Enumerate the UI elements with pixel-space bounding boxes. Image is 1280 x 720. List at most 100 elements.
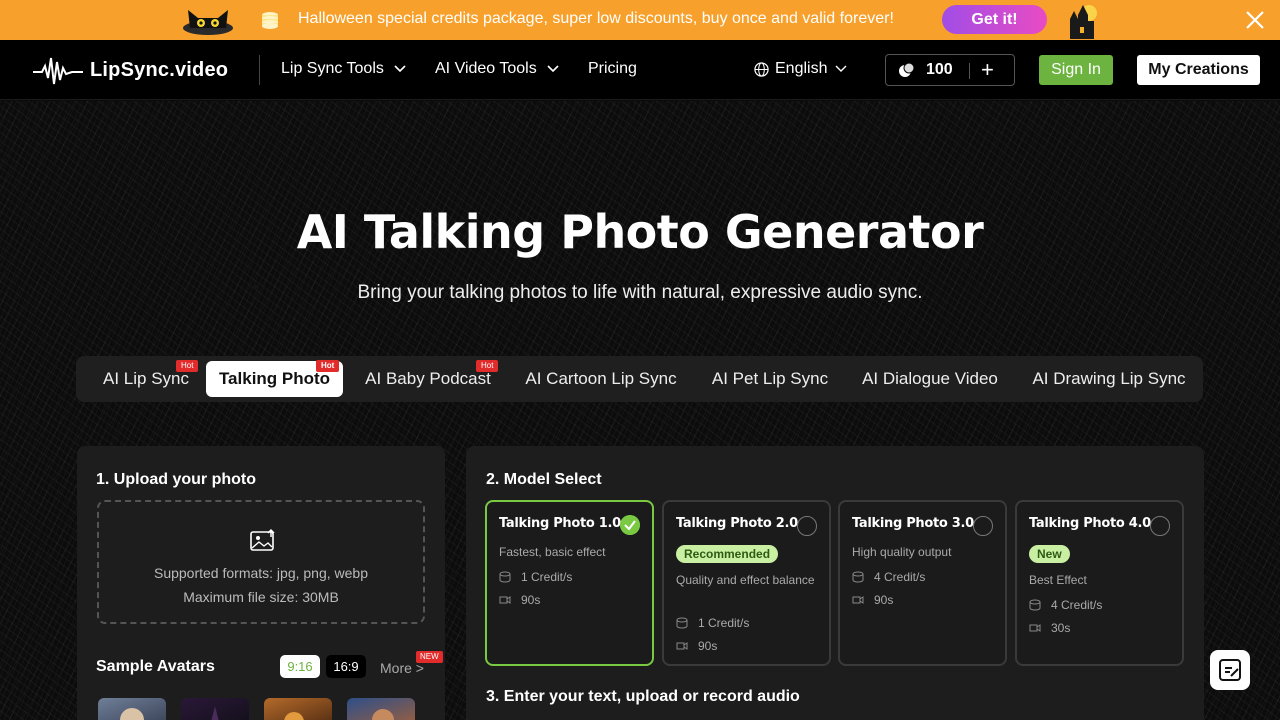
upload-panel: 1. Upload your photo Supported formats: …: [77, 446, 445, 720]
tab-label: AI Pet Lip Sync: [711, 369, 829, 388]
tab-talking-photo[interactable]: Talking Photo Hot: [206, 360, 343, 397]
model-credits: 1 Credit/s: [676, 616, 749, 630]
model-card-2[interactable]: Talking Photo 2.0 Recommended Quality an…: [662, 500, 831, 666]
tab-ai-drawing-lip-sync[interactable]: AI Drawing Lip Sync: [1028, 361, 1190, 397]
globe-icon: [754, 61, 769, 77]
close-icon[interactable]: [1244, 9, 1266, 31]
avatar-thumbnail[interactable]: [264, 698, 332, 720]
model-section-title: 2. Model Select: [486, 471, 602, 488]
model-name: Talking Photo 3.0: [852, 516, 974, 531]
audio-section-title: 3. Enter your text, upload or record aud…: [486, 688, 800, 705]
model-name: Talking Photo 2.0: [676, 516, 798, 531]
feedback-button[interactable]: [1210, 650, 1250, 690]
model-panel: 2. Model Select Talking Photo 1.0 Fastes…: [466, 446, 1204, 720]
model-duration: 90s: [852, 593, 893, 607]
tab-label: AI Drawing Lip Sync: [1032, 369, 1186, 388]
radio-button[interactable]: [1150, 516, 1170, 536]
promo-text: Halloween special credits package, super…: [298, 10, 894, 27]
sample-avatars-title: Sample Avatars: [96, 658, 215, 675]
promo-banner: Halloween special credits package, super…: [0, 0, 1280, 40]
sign-in-button[interactable]: Sign In: [1039, 55, 1113, 85]
ratio-9-16-toggle[interactable]: 9:16: [280, 655, 320, 678]
model-duration: 30s: [1029, 621, 1070, 635]
tool-tabs: AI Lip Sync Hot Talking Photo Hot AI Bab…: [76, 356, 1203, 402]
new-model-badge: New: [1029, 545, 1070, 563]
language-label: English: [775, 60, 828, 77]
credits-separator: [969, 63, 970, 79]
model-card-4[interactable]: Talking Photo 4.0 New Best Effect 4 Cred…: [1015, 500, 1184, 666]
logo[interactable]: LipSync.video: [32, 52, 228, 88]
recommended-badge: Recommended: [676, 545, 779, 563]
tab-ai-baby-podcast[interactable]: AI Baby Podcast Hot: [358, 360, 499, 397]
model-credits: 1 Credit/s: [499, 570, 572, 584]
nav-divider: [259, 55, 260, 85]
credits-label: 1 Credit/s: [521, 570, 573, 584]
tab-ai-dialogue-video[interactable]: AI Dialogue Video: [858, 361, 1002, 397]
avatar-thumbnail[interactable]: [181, 698, 249, 720]
database-icon: [1029, 599, 1041, 611]
tab-ai-pet-lip-sync[interactable]: AI Pet Lip Sync: [706, 361, 834, 397]
credits-count: 100: [926, 61, 953, 78]
get-it-button[interactable]: Get it!: [942, 5, 1047, 34]
model-duration: 90s: [676, 639, 717, 653]
hot-badge: Hot: [316, 360, 340, 372]
tab-label: AI Dialogue Video: [862, 369, 998, 388]
nav-lip-sync-tools[interactable]: Lip Sync Tools: [281, 60, 406, 78]
haunted-castle-icon: [1070, 5, 1097, 39]
radio-button[interactable]: [973, 516, 993, 536]
video-icon: [852, 596, 864, 604]
video-icon: [1029, 624, 1041, 632]
upload-section-title: 1. Upload your photo: [96, 471, 256, 488]
database-icon: [852, 571, 864, 583]
page-subtitle: Bring your talking photos to life with n…: [357, 282, 923, 303]
avatar-image: [372, 709, 394, 720]
upload-max-size: Maximum file size: 30MB: [183, 589, 339, 605]
ratio-16-9-toggle[interactable]: 16:9: [326, 655, 366, 678]
model-card-1[interactable]: Talking Photo 1.0 Fastest, basic effect …: [485, 500, 654, 666]
nav-item-label: Pricing: [588, 60, 637, 77]
nav-ai-video-tools[interactable]: AI Video Tools: [435, 60, 559, 78]
database-icon: [676, 617, 688, 629]
my-creations-button[interactable]: My Creations: [1137, 55, 1260, 85]
coins-icon: [262, 12, 278, 29]
checkmark-icon: [620, 515, 640, 535]
model-description: Quality and effect balance: [676, 573, 815, 587]
credits-widget[interactable]: 100 +: [885, 54, 1015, 86]
new-badge: NEW: [416, 651, 443, 663]
tab-ai-cartoon-lip-sync[interactable]: AI Cartoon Lip Sync: [520, 361, 682, 397]
photo-upload-dropzone[interactable]: Supported formats: jpg, png, webp Maximu…: [97, 500, 425, 624]
nav-item-label: Lip Sync Tools: [281, 60, 384, 77]
model-credits: 4 Credit/s: [852, 570, 925, 584]
hot-badge: Hot: [476, 360, 499, 372]
avatar-thumbnail[interactable]: [98, 698, 166, 720]
nav-pricing[interactable]: Pricing: [588, 60, 637, 78]
chevron-down-icon: [547, 65, 559, 73]
duration-label: 90s: [874, 593, 894, 607]
model-description: Fastest, basic effect: [499, 545, 606, 559]
model-credits: 4 Credit/s: [1029, 598, 1102, 612]
credits-coin-icon: [899, 62, 915, 77]
chevron-down-icon: [394, 65, 406, 73]
model-name: Talking Photo 4.0: [1029, 516, 1151, 531]
radio-button[interactable]: [797, 516, 817, 536]
language-selector[interactable]: English: [754, 60, 847, 78]
waveform-icon: [33, 57, 83, 85]
image-upload-icon: [250, 528, 275, 551]
edit-note-icon: [1219, 659, 1241, 681]
tab-label: AI Cartoon Lip Sync: [525, 369, 677, 388]
add-credits-button[interactable]: +: [981, 57, 994, 83]
avatar-thumbnail[interactable]: [347, 698, 415, 720]
database-icon: [499, 571, 511, 583]
logo-text: LipSync.video: [90, 58, 229, 81]
model-description: High quality output: [852, 545, 952, 559]
tab-label: AI Lip Sync: [103, 369, 189, 388]
upload-formats: Supported formats: jpg, png, webp: [153, 565, 369, 581]
nav-item-label: AI Video Tools: [435, 60, 537, 77]
video-icon: [499, 596, 511, 604]
page-title: AI Talking Photo Generator: [296, 205, 984, 259]
video-icon: [676, 642, 688, 650]
avatar-image: [120, 708, 144, 720]
model-card-3[interactable]: Talking Photo 3.0 High quality output 4 …: [838, 500, 1007, 666]
tab-ai-lip-sync[interactable]: AI Lip Sync Hot: [84, 360, 208, 397]
duration-label: 90s: [698, 639, 718, 653]
